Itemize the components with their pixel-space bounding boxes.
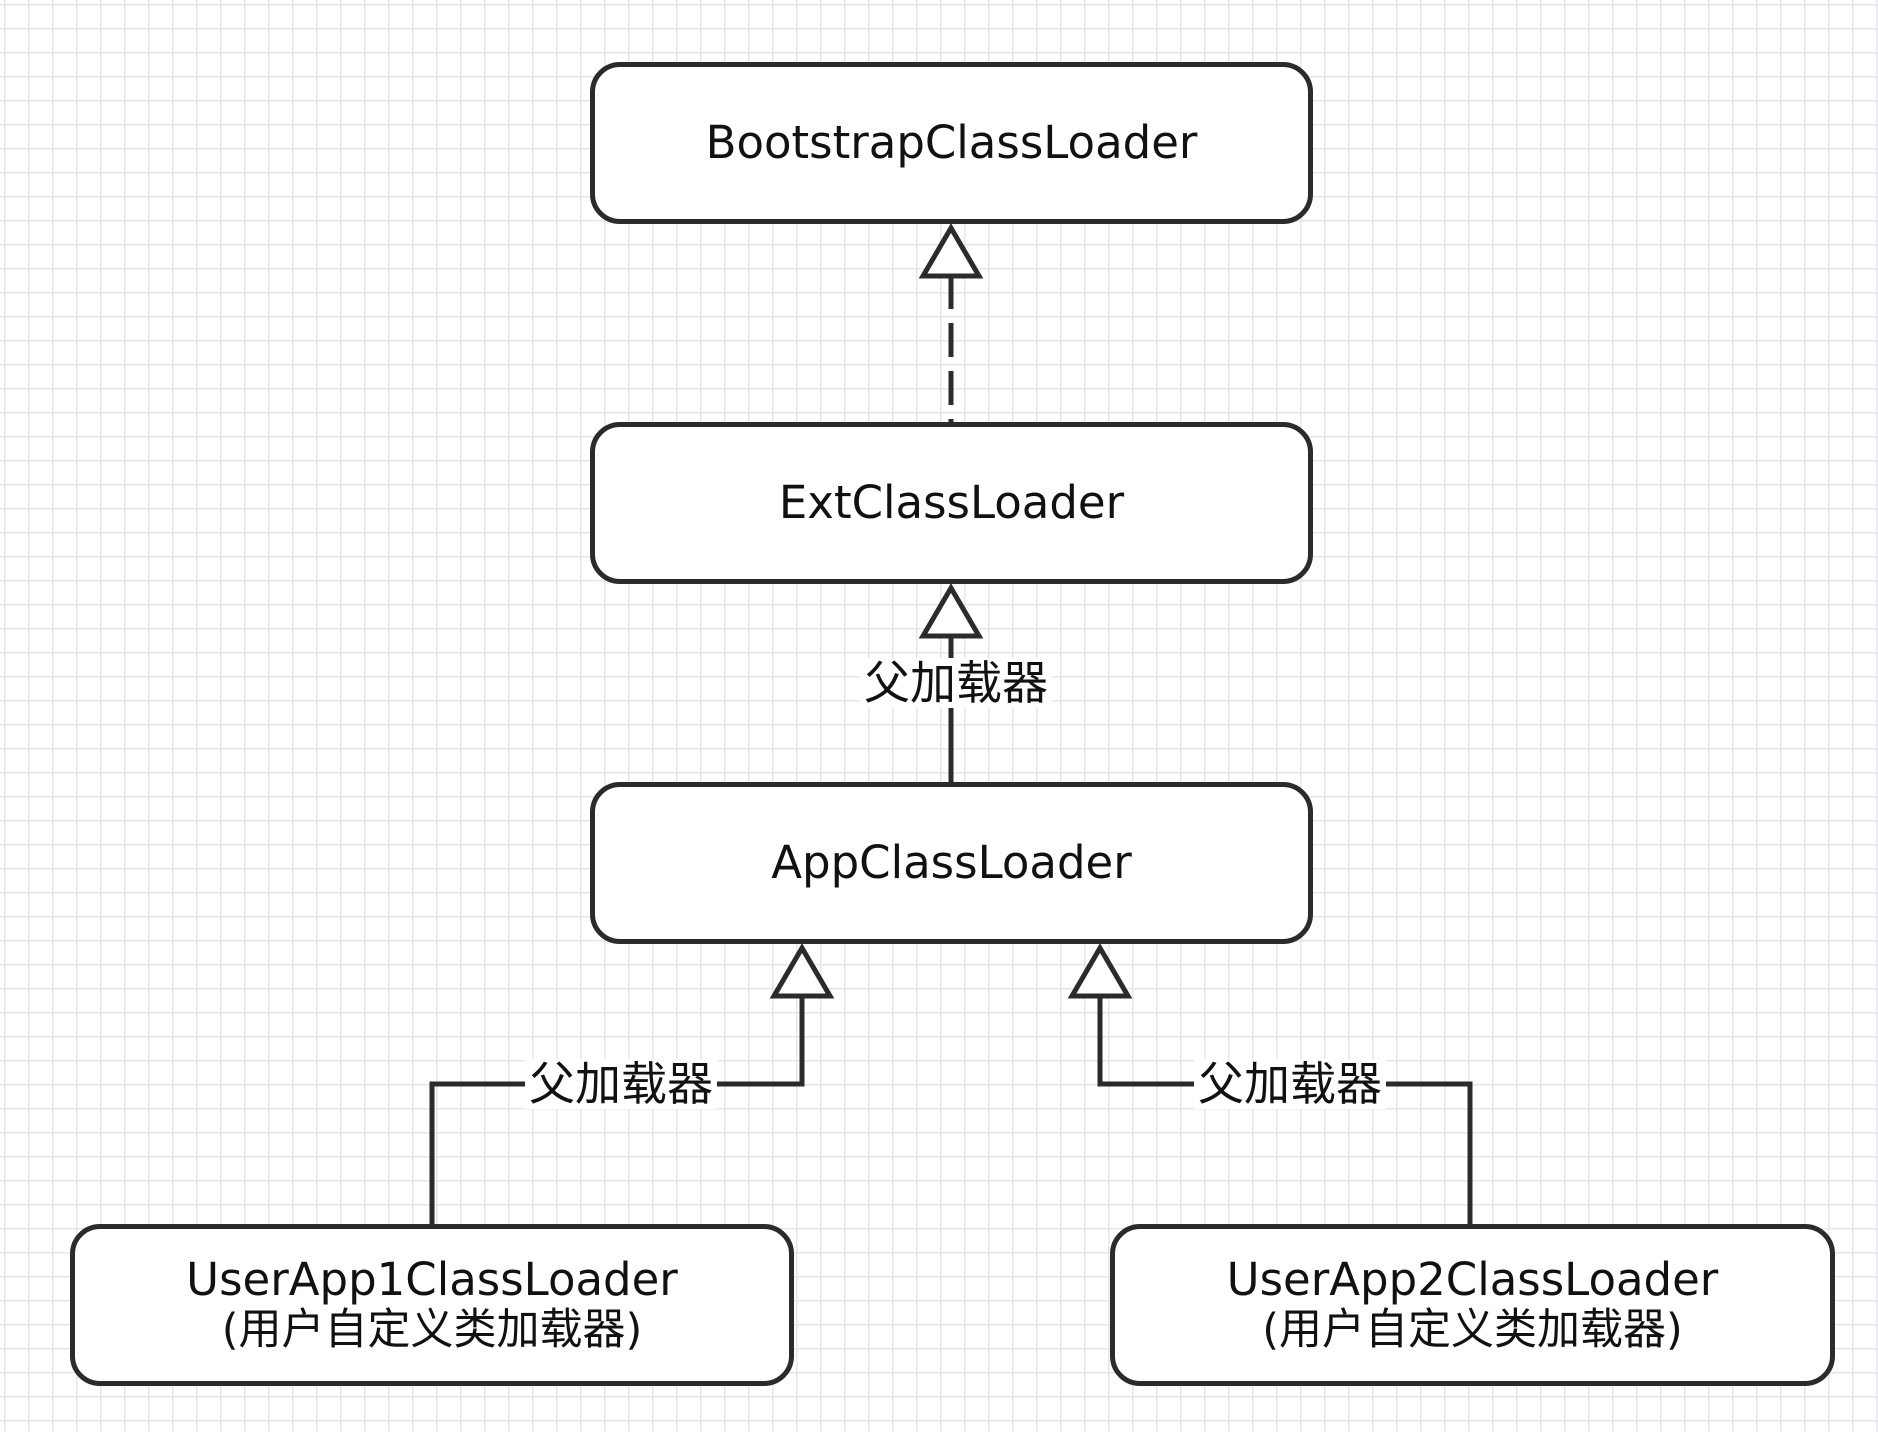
- node-label: AppClassLoader: [771, 836, 1132, 890]
- edge-label-app-to-ext: 父加载器: [860, 658, 1052, 708]
- node-ext-class-loader[interactable]: ExtClassLoader: [590, 422, 1313, 584]
- node-label: BootstrapClassLoader: [705, 116, 1198, 170]
- node-label: ExtClassLoader: [778, 476, 1125, 530]
- node-label: UserApp1ClassLoader: [186, 1253, 678, 1307]
- edge-label-user2-to-app: 父加载器: [1194, 1059, 1386, 1109]
- node-bootstrap-class-loader[interactable]: BootstrapClassLoader: [590, 62, 1313, 224]
- node-subtitle: (用户自定义类加载器): [221, 1305, 643, 1356]
- node-user-app1-class-loader[interactable]: UserApp1ClassLoader (用户自定义类加载器): [70, 1224, 794, 1386]
- node-subtitle: (用户自定义类加载器): [1262, 1305, 1683, 1356]
- edge-ext-to-bootstrap: [918, 223, 984, 422]
- node-label: UserApp2ClassLoader: [1226, 1253, 1719, 1307]
- node-user-app2-class-loader[interactable]: UserApp2ClassLoader (用户自定义类加载器): [1110, 1224, 1835, 1386]
- edge-label-user1-to-app: 父加载器: [525, 1059, 717, 1109]
- node-app-class-loader[interactable]: AppClassLoader: [590, 782, 1313, 944]
